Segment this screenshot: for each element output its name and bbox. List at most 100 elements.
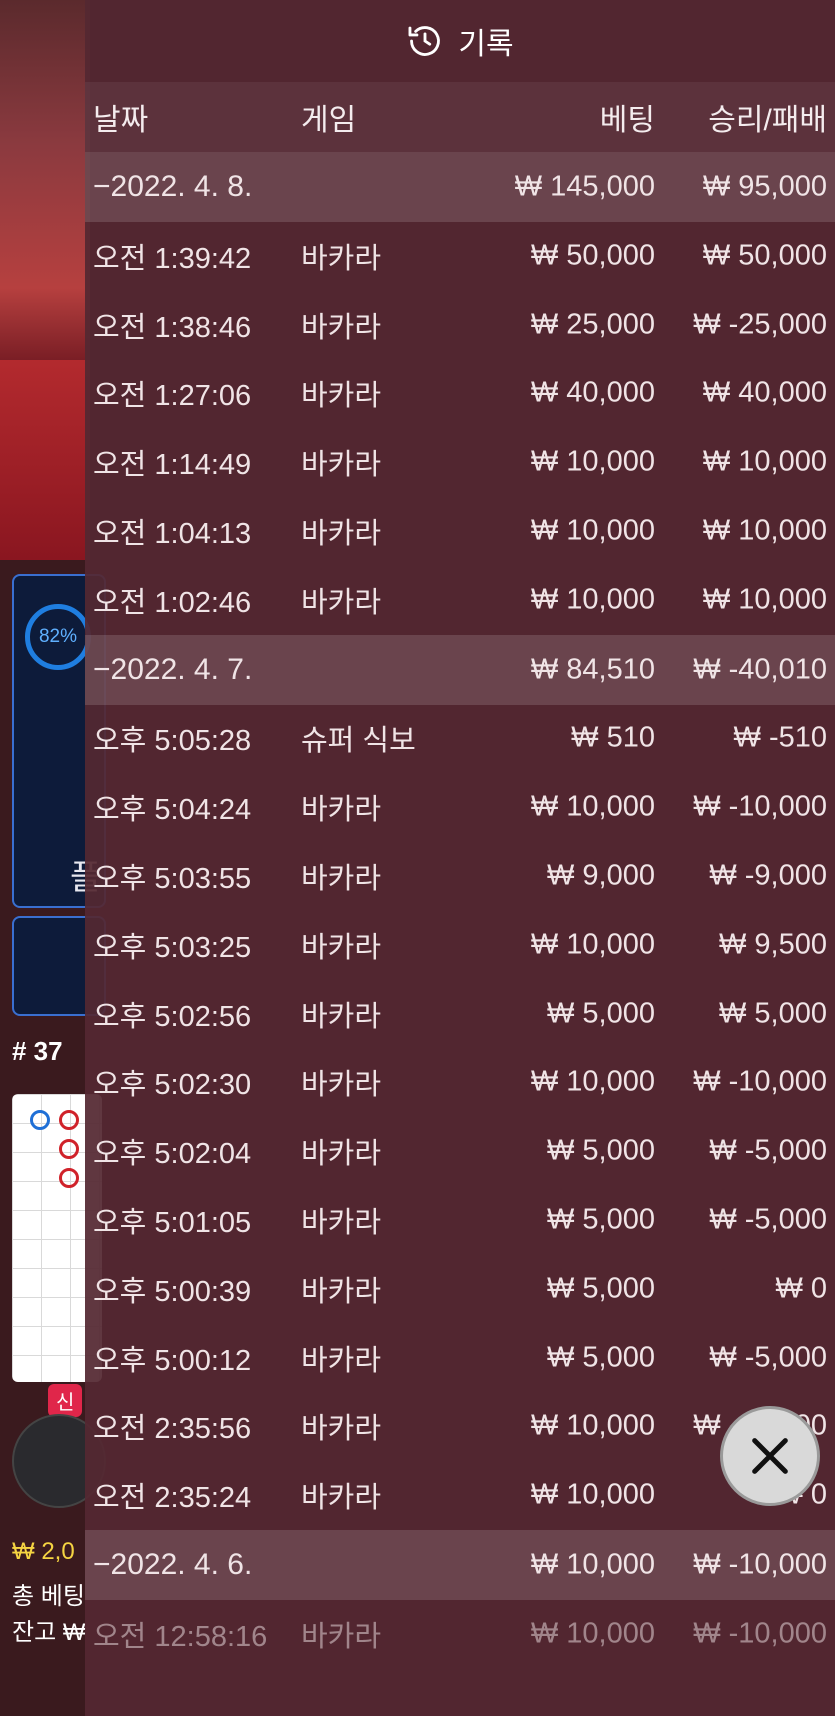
history-row[interactable]: 오전 12:58:16 바카라 ₩ 10,000 ₩ -10,000: [85, 1600, 835, 1668]
row-time: 오전 1:38:46: [93, 311, 252, 344]
date-group-row[interactable]: −2022. 4. 7. ₩ 84,510 ₩ -40,010: [85, 634, 835, 705]
row-time: 오후 5:02:56: [93, 1000, 252, 1033]
col-result: 승리/패배: [708, 104, 827, 137]
row-bet: ₩ 10,000: [530, 928, 655, 961]
history-row[interactable]: 오후 5:05:28 슈퍼 식보 ₩ 510 ₩ -510: [85, 704, 835, 772]
row-time: 오후 5:02:30: [93, 1069, 252, 1102]
row-result: ₩ -10,000: [693, 790, 827, 823]
row-bet: ₩ 5,000: [547, 997, 655, 1030]
row-time: 오후 5:00:39: [93, 1275, 252, 1308]
row-game: 바카라: [301, 1069, 382, 1102]
row-game: 바카라: [301, 1620, 382, 1653]
history-row[interactable]: 오후 5:03:55 바카라 ₩ 9,000 ₩ -9,000: [85, 842, 835, 910]
history-row[interactable]: 오전 1:04:13 바카라 ₩ 10,000 ₩ 10,000: [85, 497, 835, 565]
row-result: ₩ 40,000: [702, 376, 827, 409]
row-game: 바카라: [301, 518, 382, 550]
balance-label: 잔고 ₩: [12, 1619, 86, 1646]
close-icon: [752, 1438, 788, 1474]
row-result: ₩ 10,000: [702, 583, 827, 616]
row-time: 오후 5:05:28: [93, 725, 252, 758]
row-time: 오후 5:03:55: [93, 863, 252, 895]
row-time: 오전 2:35:56: [93, 1413, 252, 1446]
col-bet: 베팅: [599, 104, 655, 137]
history-row[interactable]: 오후 5:02:56 바카라 ₩ 5,000 ₩ 5,000: [85, 980, 835, 1048]
row-time: 오전 1:14:49: [93, 449, 252, 482]
history-row[interactable]: 오전 1:38:46 바카라 ₩ 25,000 ₩ -25,000: [85, 291, 835, 359]
date-group-row[interactable]: −2022. 4. 6. ₩ 10,000 ₩ -10,000: [85, 1530, 835, 1600]
history-row[interactable]: 오후 5:03:25 바카라 ₩ 10,000 ₩ 9,500: [85, 911, 835, 979]
col-date: 날짜: [93, 104, 149, 137]
row-result: ₩ 50,000: [702, 239, 827, 272]
row-time: 오전 1:02:46: [93, 586, 252, 619]
row-result: ₩ 0: [775, 1272, 827, 1305]
history-row[interactable]: 오후 5:01:05 바카라 ₩ 5,000 ₩ -5,000: [85, 1186, 835, 1254]
group-date: −2022. 4. 7.: [93, 652, 253, 686]
date-group-row[interactable]: −2022. 4. 8. ₩ 145,000 ₩ 95,000: [85, 152, 835, 222]
history-row[interactable]: 오전 1:02:46 바카라 ₩ 10,000 ₩ 10,000: [85, 566, 835, 634]
group-result-total: ₩ -40,010: [693, 653, 827, 686]
row-time: 오전 1:04:13: [93, 518, 252, 550]
row-result: ₩ 5,000: [719, 997, 827, 1030]
group-bet-total: ₩ 84,510: [530, 653, 655, 686]
road-dot: [59, 1139, 79, 1159]
row-bet: ₩ 40,000: [530, 376, 655, 409]
row-game: 바카라: [301, 1482, 382, 1515]
road-dot: [30, 1110, 50, 1130]
row-time: 오전 1:39:42: [93, 242, 252, 275]
decor-image: [0, 0, 90, 360]
history-title: 기록: [458, 28, 514, 61]
row-bet: ₩ 10,000: [530, 790, 655, 823]
row-game: 바카라: [301, 449, 382, 482]
history-header: 기록: [85, 0, 835, 82]
column-header: 날짜 게임 베팅 승리/패배: [85, 82, 835, 152]
row-time: 오후 5:04:24: [93, 794, 252, 827]
balance-amount: ₩ 2,0: [12, 1538, 75, 1565]
row-result: ₩ 10,000: [702, 514, 827, 547]
row-result: ₩ -25,000: [693, 308, 827, 341]
row-game: 바카라: [301, 931, 382, 964]
row-game: 바카라: [301, 586, 382, 619]
group-result-total: ₩ -10,000: [693, 1548, 827, 1581]
row-bet: ₩ 10,000: [530, 1617, 655, 1650]
row-game: 바카라: [301, 1344, 382, 1377]
history-row[interactable]: 오전 1:27:06 바카라 ₩ 40,000 ₩ 40,000: [85, 359, 835, 427]
history-row[interactable]: 오전 1:39:42 바카라 ₩ 50,000 ₩ 50,000: [85, 222, 835, 290]
row-result: ₩ 10,000: [702, 445, 827, 478]
row-bet: ₩ 10,000: [530, 1409, 655, 1442]
row-result: ₩ -10,000: [693, 1617, 827, 1650]
row-game: 바카라: [301, 1000, 382, 1033]
history-row[interactable]: 오후 5:00:12 바카라 ₩ 5,000 ₩ -5,000: [85, 1324, 835, 1392]
row-result: ₩ -510: [733, 721, 827, 754]
row-game: 바카라: [301, 1275, 382, 1308]
row-result: ₩ 9,500: [719, 928, 827, 961]
history-row[interactable]: 오후 5:02:04 바카라 ₩ 5,000 ₩ -5,000: [85, 1117, 835, 1185]
row-time: 오후 5:02:04: [93, 1138, 252, 1171]
history-row[interactable]: 오전 1:14:49 바카라 ₩ 10,000 ₩ 10,000: [85, 428, 835, 496]
row-game: 바카라: [301, 380, 382, 413]
row-bet: ₩ 9,000: [547, 859, 655, 892]
progress-label: 82%: [38, 626, 78, 647]
group-result-total: ₩ 95,000: [702, 170, 827, 203]
table-area: [0, 360, 90, 560]
row-game: 바카라: [301, 1138, 382, 1171]
round-number: # 37: [12, 1036, 63, 1066]
close-button[interactable]: [720, 1406, 820, 1506]
row-bet: ₩ 10,000: [530, 514, 655, 547]
row-bet: ₩ 25,000: [530, 308, 655, 341]
row-result: ₩ -5,000: [709, 1341, 827, 1374]
row-bet: ₩ 10,000: [530, 1065, 655, 1098]
road-dot: [59, 1168, 79, 1188]
progress-ring: 82%: [25, 604, 91, 670]
history-row[interactable]: 오후 5:00:39 바카라 ₩ 5,000 ₩ 0: [85, 1255, 835, 1323]
col-game: 게임: [301, 104, 357, 137]
history-row[interactable]: 오후 5:04:24 바카라 ₩ 10,000 ₩ -10,000: [85, 773, 835, 841]
new-badge: 신: [48, 1384, 83, 1417]
row-bet: ₩ 5,000: [547, 1341, 655, 1374]
row-bet: ₩ 10,000: [530, 445, 655, 478]
history-row[interactable]: 오후 5:02:30 바카라 ₩ 10,000 ₩ -10,000: [85, 1048, 835, 1116]
group-date: −2022. 4. 8.: [93, 170, 253, 203]
row-bet: ₩ 510: [571, 721, 655, 754]
group-bet-total: ₩ 10,000: [530, 1548, 655, 1581]
total-bet-label: 총 베팅: [12, 1583, 85, 1610]
row-time: 오전 1:27:06: [93, 380, 252, 413]
